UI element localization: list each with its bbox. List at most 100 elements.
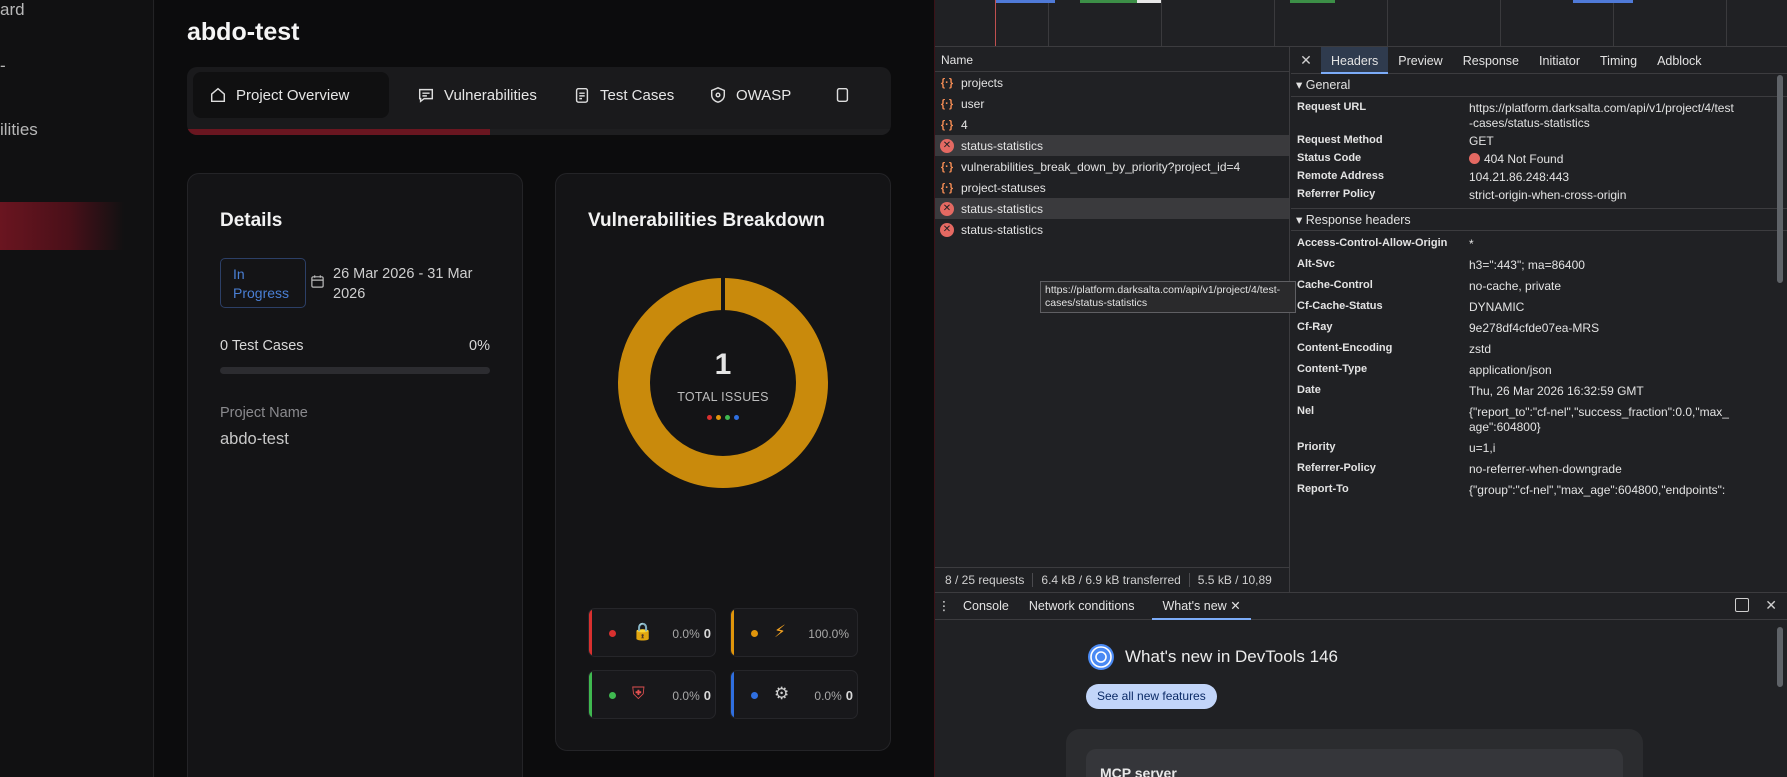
header-row: Date Thu, 26 Mar 2026 16:32:59 GMT [1291, 384, 1787, 399]
donut-gap [721, 278, 725, 314]
tab-preview[interactable]: Preview [1388, 47, 1452, 74]
request-name: user [961, 96, 985, 111]
document-icon [836, 87, 849, 103]
request-name: status-statistics [961, 138, 1044, 153]
sidebar-item-vulnerabilities[interactable]: ilities [0, 120, 38, 140]
header-name: Access-Control-Allow-Origin [1297, 237, 1448, 249]
main-content: abdo-test Project Overview Vulnerabiliti… [155, 0, 934, 777]
severity-medium[interactable]: ⛨ 0.0% 0 [588, 670, 716, 719]
tab-initiator[interactable]: Initiator [1529, 47, 1590, 74]
header-value: 404 Not Found [1469, 152, 1734, 167]
header-name: Remote Address [1297, 170, 1385, 182]
tab-headers[interactable]: Headers [1321, 47, 1389, 74]
overview-marker [995, 0, 996, 46]
error-icon: ✕ [940, 222, 954, 237]
whats-new-card: MCP server [1066, 729, 1643, 777]
tab-whats-new[interactable]: What's new ✕ [1152, 593, 1251, 620]
header-value: 9e278df4cfde07ea-MRS [1469, 321, 1600, 335]
header-value: application/json [1469, 363, 1552, 377]
close-icon[interactable]: ✕ [1230, 599, 1240, 613]
total-issues-label: TOTAL ISSUES [677, 390, 769, 404]
calendar-icon [311, 275, 324, 288]
donut-ring [618, 278, 828, 488]
sidebar-item-dashboard[interactable]: ard [0, 0, 25, 20]
whats-new-heading: What's new in DevTools 146 [1087, 643, 1338, 671]
severity-dot [751, 692, 758, 699]
home-icon [210, 87, 226, 103]
request-row[interactable]: {·} user [935, 93, 1289, 114]
severity-critical[interactable]: 🔒 0.0% 0 [588, 608, 716, 657]
overview-gridline [1048, 0, 1049, 46]
tab-label: Vulnerabilities [444, 86, 537, 104]
details-tabbar: ✕ Headers Preview Response Initiator Tim… [1291, 47, 1787, 74]
general-section-header[interactable]: ▾ General [1291, 74, 1787, 97]
sidebar-item-active[interactable] [0, 202, 124, 250]
header-row: Request URL https://platform.darksalta.co… [1291, 101, 1787, 131]
page-title: abdo-test [187, 18, 300, 46]
request-list: Name {·} projects {·} user {·} 4 ✕ status-stati… [935, 47, 1296, 592]
request-row[interactable]: {·} projects [935, 72, 1289, 93]
error-icon: ✕ [940, 138, 954, 153]
header-value: 104.21.86.248:443 [1469, 170, 1570, 184]
tab-label: Test Cases [600, 86, 675, 104]
header-value: no-referrer-when-downgrade [1469, 462, 1622, 476]
request-row[interactable]: {·} project-statuses [935, 177, 1289, 198]
severity-dot [609, 692, 616, 699]
dock-icon[interactable] [1735, 598, 1749, 612]
tab-console[interactable]: Console [953, 593, 1019, 620]
tab-network-conditions[interactable]: Network conditions [1019, 593, 1145, 620]
transferred-size: 6.4 kB / 6.9 kB transferred [1041, 573, 1190, 587]
network-overview[interactable] [935, 0, 1787, 47]
tab-adblock[interactable]: Adblock [1647, 47, 1711, 74]
details-scrollbar[interactable] [1777, 75, 1783, 283]
close-icon[interactable]: ✕ [1291, 52, 1321, 69]
header-row: Access-Control-Allow-Origin * [1291, 237, 1787, 252]
request-row[interactable]: {·} 4 [935, 114, 1289, 135]
fetch-icon: {·} [940, 160, 954, 173]
severity-dot [751, 630, 758, 637]
tab-response[interactable]: Response [1453, 47, 1529, 74]
severity-edge [731, 609, 734, 656]
tab-project-overview[interactable]: Project Overview [193, 72, 389, 118]
resource-size: 5.5 kB / 10,89 [1197, 573, 1272, 587]
see-all-features-button[interactable]: See all new features [1086, 684, 1217, 709]
overview-bar [1573, 0, 1633, 3]
status-badge: In Progress [220, 258, 306, 308]
overview-gridline [1161, 0, 1162, 46]
tab-vulnerabilities[interactable]: Vulnerabilities [401, 72, 553, 118]
drawer-scrollbar[interactable] [1777, 627, 1783, 687]
header-value: DYNAMIC [1469, 300, 1525, 314]
severity-percent: 100.0% [808, 627, 849, 641]
total-issues-count: 1 [714, 348, 732, 381]
test-cases-progress [220, 367, 490, 374]
tab-more[interactable] [817, 72, 867, 118]
severity-low[interactable]: ⚙ 0.0% 0 [730, 670, 858, 719]
header-name: Request Method [1297, 134, 1383, 146]
response-headers-section-header[interactable]: ▾ Response headers [1291, 208, 1787, 231]
gear-icon: ⚙ [774, 684, 790, 703]
tab-test-cases[interactable]: Test Cases [557, 72, 690, 118]
triangle-down-icon: ▾ [1296, 213, 1306, 227]
sidebar-item-projects[interactable]: - [0, 56, 6, 76]
more-icon[interactable]: ⋮ [935, 593, 953, 620]
severity-edge [589, 671, 592, 718]
close-drawer-icon[interactable]: ✕ [1765, 597, 1777, 614]
tab-owasp[interactable]: OWASP [693, 72, 807, 118]
project-name-value: abdo-test [220, 430, 289, 448]
tab-timing[interactable]: Timing [1590, 47, 1647, 74]
request-row[interactable]: {·} vulnerabilities_break_down_by_priorit… [935, 156, 1289, 177]
header-name: Nel [1297, 405, 1315, 417]
header-row: Referrer Policy strict-origin-when-cross-… [1291, 188, 1787, 203]
general-rows: Request URL https://platform.darksalta.co… [1291, 97, 1787, 208]
request-row[interactable]: ✕ status-statistics [935, 198, 1289, 219]
network-status-bar: 8 / 25 requests 6.4 kB / 6.9 kB transfer… [935, 567, 1290, 592]
name-column-header[interactable]: Name [935, 47, 1289, 72]
header-row: Content-Encoding zstd [1291, 342, 1787, 357]
request-row[interactable]: ✕ status-statistics [935, 135, 1289, 156]
severity-edge [589, 609, 592, 656]
header-name: Content-Type [1297, 363, 1368, 375]
request-row[interactable]: ✕ status-statistics [935, 219, 1289, 240]
mcp-server-card[interactable]: MCP server [1086, 749, 1623, 777]
severity-percent: 0.0% 0 [814, 688, 853, 703]
severity-high[interactable]: ⚡ 100.0% [730, 608, 858, 657]
